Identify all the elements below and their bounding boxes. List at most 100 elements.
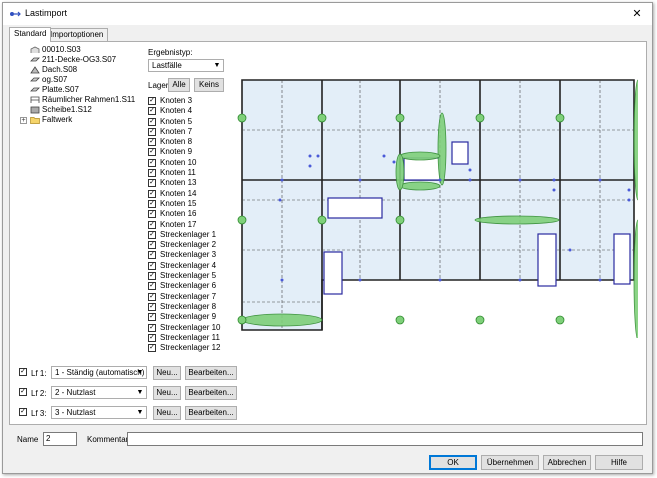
loadcase-3-checkbox[interactable]: ✓ <box>19 408 27 416</box>
loadcase-1-new-button[interactable]: Neu... <box>153 366 181 380</box>
list-item-label: Streckenlager 5 <box>160 271 217 281</box>
list-item[interactable]: ✓ Streckenlager 8 <box>148 302 238 312</box>
loadcase-2-edit-button[interactable]: Bearbeiten... <box>185 386 237 400</box>
checkbox[interactable]: ✓ <box>148 148 156 157</box>
select-none-button[interactable]: Keins <box>194 78 224 92</box>
list-item-label: Knoten 9 <box>160 147 193 157</box>
tree-item-label: Faltwerk <box>42 115 73 124</box>
list-item[interactable]: ✓ Streckenlager 11 <box>148 333 238 343</box>
tree-item[interactable]: og.S07 <box>18 75 146 85</box>
list-item[interactable]: ✓ Streckenlager 3 <box>148 250 238 260</box>
floor-plan-preview[interactable] <box>234 72 638 338</box>
checkbox[interactable]: ✓ <box>148 158 156 167</box>
checkbox[interactable]: ✓ <box>148 179 156 188</box>
checkbox[interactable]: ✓ <box>148 107 156 116</box>
list-item[interactable]: ✓ Knoten 10 <box>148 158 238 168</box>
list-item[interactable]: ✓ Knoten 17 <box>148 220 238 230</box>
list-item[interactable]: ✓ Streckenlager 7 <box>148 292 238 302</box>
checkbox[interactable]: ✓ <box>148 302 156 311</box>
name-field[interactable]: 2 <box>43 432 77 446</box>
checkbox[interactable]: ✓ <box>148 189 156 198</box>
loadcase-2-new-button[interactable]: Neu... <box>153 386 181 400</box>
close-button[interactable]: ✕ <box>628 5 646 23</box>
tree-item[interactable]: Dach.S08 <box>18 65 146 75</box>
checkbox[interactable]: ✓ <box>148 251 156 260</box>
list-item-label: Knoten 7 <box>160 126 193 136</box>
wall-icon <box>30 106 40 114</box>
list-item[interactable]: ✓ Knoten 5 <box>148 117 238 127</box>
list-item[interactable]: ✓ Knoten 14 <box>148 189 238 199</box>
list-item[interactable]: ✓ Knoten 11 <box>148 168 238 178</box>
checkbox[interactable]: ✓ <box>148 323 156 332</box>
checkbox[interactable]: ✓ <box>148 241 156 250</box>
tree-item[interactable]: 00010.S03 <box>18 45 146 55</box>
list-item[interactable]: ✓ Knoten 9 <box>148 147 238 157</box>
loadcase-2-label: Lf 2: <box>31 389 47 398</box>
checkbox[interactable]: ✓ <box>148 292 156 301</box>
checkbox[interactable]: ✓ <box>148 97 156 105</box>
checkbox[interactable]: ✓ <box>148 272 156 281</box>
loadcase-3-new-button[interactable]: Neu... <box>153 406 181 420</box>
ok-button[interactable]: OK <box>429 455 477 470</box>
checkbox[interactable]: ✓ <box>148 199 156 208</box>
checkbox[interactable]: ✓ <box>148 220 156 229</box>
list-item-label: Streckenlager 10 <box>160 322 221 332</box>
checkbox[interactable]: ✓ <box>148 127 156 136</box>
list-item[interactable]: ✓ Knoten 3 <box>148 96 238 106</box>
list-item[interactable]: ✓ Knoten 7 <box>148 127 238 137</box>
list-item-label: Streckenlager 9 <box>160 312 217 322</box>
checkbox[interactable]: ✓ <box>148 169 156 178</box>
list-item[interactable]: ✓ Knoten 4 <box>148 106 238 116</box>
checkbox[interactable]: ✓ <box>148 117 156 126</box>
checkbox[interactable]: ✓ <box>148 261 156 270</box>
expand-icon[interactable]: + <box>20 117 27 124</box>
tree-item[interactable]: 211-Decke-OG3.S07 <box>18 55 146 65</box>
help-button[interactable]: Hilfe <box>595 455 643 470</box>
loadcase-1-edit-button[interactable]: Bearbeiten... <box>185 366 237 380</box>
kommentar-field[interactable] <box>127 432 643 446</box>
checkbox[interactable]: ✓ <box>148 333 156 342</box>
list-item[interactable]: ✓ Knoten 8 <box>148 137 238 147</box>
tree-item[interactable]: Räumlicher Rahmen1.S11 <box>18 95 146 105</box>
frame-icon <box>30 96 40 103</box>
list-item[interactable]: ✓ Streckenlager 1 <box>148 230 238 240</box>
checkbox[interactable]: ✓ <box>148 230 156 239</box>
checkbox[interactable]: ✓ <box>148 210 156 219</box>
tab-importoptionen[interactable]: Importoptionen <box>45 28 109 41</box>
ergebnistyp-select[interactable]: Lastfälle ▼ <box>148 59 224 72</box>
tab-standard[interactable]: Standard <box>9 27 52 42</box>
list-item[interactable]: ✓ Streckenlager 12 <box>148 343 238 353</box>
tree-item[interactable]: Platte.S07 <box>18 85 146 95</box>
list-item[interactable]: ✓ Streckenlager 4 <box>148 261 238 271</box>
cancel-button[interactable]: Abbrechen <box>543 455 591 470</box>
checkbox[interactable]: ✓ <box>148 282 156 291</box>
loadcase-2-checkbox[interactable]: ✓ <box>19 388 27 396</box>
tree-item[interactable]: + Faltwerk <box>18 115 146 125</box>
list-item-label: Knoten 3 <box>160 96 193 105</box>
apply-button[interactable]: Übernehmen <box>481 455 539 470</box>
list-item[interactable]: ✓ Streckenlager 2 <box>148 240 238 250</box>
list-item[interactable]: ✓ Knoten 13 <box>148 178 238 188</box>
loadcase-3-edit-button[interactable]: Bearbeiten... <box>185 406 237 420</box>
list-item[interactable]: ✓ Streckenlager 10 <box>148 323 238 333</box>
checkbox[interactable]: ✓ <box>148 344 156 353</box>
list-item-label: Knoten 17 <box>160 219 197 229</box>
list-item[interactable]: ✓ Knoten 15 <box>148 199 238 209</box>
list-item[interactable]: ✓ Streckenlager 9 <box>148 312 238 322</box>
model-tree[interactable]: 00010.S03 211-Decke-OG3.S07 Dach.S08 og.… <box>18 45 146 125</box>
checkbox[interactable]: ✓ <box>148 313 156 322</box>
tree-item[interactable]: Scheibe1.S12 <box>18 105 146 115</box>
list-item-label: Knoten 5 <box>160 116 193 126</box>
roof-icon <box>30 66 40 74</box>
list-item[interactable]: ✓ Knoten 16 <box>148 209 238 219</box>
list-item[interactable]: ✓ Streckenlager 6 <box>148 281 238 291</box>
list-item[interactable]: ✓ Streckenlager 5 <box>148 271 238 281</box>
list-item-label: Knoten 8 <box>160 137 193 147</box>
loadcase-2-select[interactable]: 2 - Nutzlast ▼ <box>51 386 147 399</box>
checkbox[interactable]: ✓ <box>148 138 156 147</box>
loadcase-1-checkbox[interactable]: ✓ <box>19 368 27 376</box>
loadcase-1-select[interactable]: 1 - Ständig (automatisch) ▼ <box>51 366 147 379</box>
loadcase-3-select[interactable]: 3 - Nutzlast ▼ <box>51 406 147 419</box>
tree-item-label: Platte.S07 <box>42 85 79 94</box>
select-all-button[interactable]: Alle <box>168 78 190 92</box>
